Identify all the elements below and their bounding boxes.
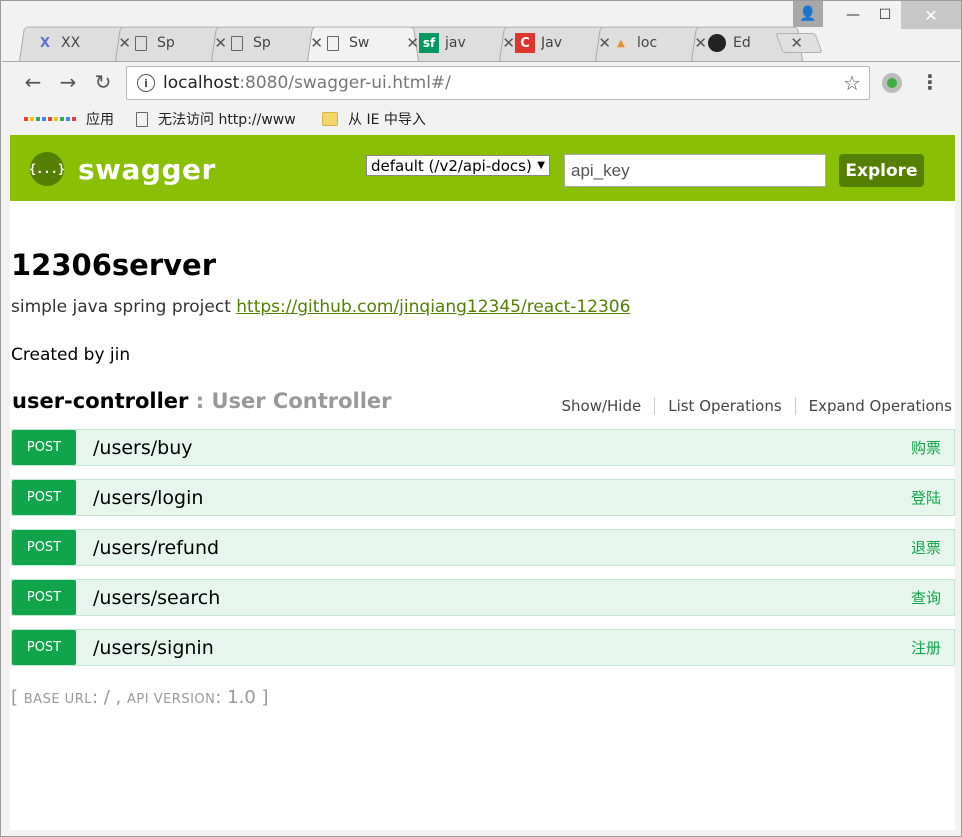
bookmark-apps[interactable]: 应用 (24, 109, 114, 129)
api-contact: Created by jin (11, 345, 131, 365)
operation-path[interactable]: /users/login (93, 487, 203, 509)
operation-path[interactable]: /users/search (93, 587, 220, 609)
list-operations-link[interactable]: List Operations (654, 397, 794, 415)
api-key-input[interactable]: api_key (564, 154, 826, 187)
swagger-logo-text: swagger (78, 152, 216, 186)
close-tab-icon[interactable]: ✕ (406, 34, 419, 52)
resource-header: user-controller : User Controller Show/H… (12, 389, 952, 419)
reload-icon[interactable]: ↻ (91, 70, 115, 94)
operation-summary[interactable]: 购票 (911, 437, 941, 458)
operation-summary[interactable]: 登陆 (911, 487, 941, 508)
method-badge[interactable]: POST (12, 480, 76, 515)
close-tab-icon[interactable]: ✕ (502, 34, 515, 52)
browser-tab[interactable]: ▲ loc ✕ (611, 31, 707, 55)
tab-strip: X XX ✕ Sp ✕ Sp ✕ Sw ✕ sf jav ✕ C Jav ✕ ▲… (19, 23, 839, 61)
swagger-logo-icon: {...} (29, 152, 65, 186)
operation-path[interactable]: /users/signin (93, 637, 214, 659)
operation-row[interactable]: POST /users/signin 注册 (11, 629, 955, 666)
project-link[interactable]: https://github.com/jinqiang12345/react-1… (236, 297, 630, 317)
browser-tab[interactable]: sf jav ✕ (419, 31, 515, 55)
browser-tab[interactable]: X XX ✕ (35, 31, 131, 55)
swagger-logo[interactable]: {...} swagger (29, 152, 216, 186)
x-icon: X (39, 35, 51, 51)
expand-operations-link[interactable]: Expand Operations (794, 397, 952, 415)
close-tab-icon[interactable]: ✕ (214, 34, 227, 52)
close-window-icon[interactable]: ✕ (901, 1, 961, 29)
close-tab-icon[interactable]: ✕ (310, 34, 323, 52)
method-badge[interactable]: POST (12, 580, 76, 615)
resource-links: Show/Hide List Operations Expand Operati… (548, 397, 952, 415)
operation-row[interactable]: POST /users/refund 退票 (11, 529, 955, 566)
back-icon[interactable]: ← (21, 70, 45, 94)
operation-summary[interactable]: 查询 (911, 587, 941, 608)
pma-icon: ▲ (617, 37, 625, 49)
bookmarks-bar: 应用 无法访问 http://www 从 IE 中导入 (2, 103, 960, 135)
close-tab-icon[interactable]: ✕ (694, 34, 707, 52)
close-tab-icon[interactable]: ✕ (598, 34, 611, 52)
doc-icon (323, 33, 343, 53)
github-icon (707, 33, 727, 53)
browser-window: 👤 — ☐ ✕ X XX ✕ Sp ✕ Sp ✕ Sw ✕ sf jav ✕ C… (0, 0, 962, 837)
operation-path[interactable]: /users/buy (93, 437, 193, 459)
caret-down-icon: ▼ (537, 160, 545, 171)
method-badge[interactable]: POST (12, 530, 76, 565)
method-badge[interactable]: POST (12, 430, 76, 465)
operation-row[interactable]: POST /users/search 查询 (11, 579, 955, 616)
extension-icon[interactable] (882, 73, 902, 93)
browser-tab[interactable]: Sp ✕ (227, 31, 323, 55)
close-tab-icon[interactable]: ✕ (790, 34, 803, 52)
bookmark-item[interactable]: 从 IE 中导入 (322, 109, 426, 129)
api-title: 12306server (11, 248, 216, 282)
explore-button[interactable]: Explore (839, 154, 924, 187)
operation-path[interactable]: /users/refund (93, 537, 219, 559)
spec-select[interactable]: default (/v2/api-docs) ▼ (366, 155, 550, 176)
browser-tab-active[interactable]: Sw ✕ (323, 31, 419, 55)
operation-row[interactable]: POST /users/buy 购票 (11, 429, 955, 466)
doc-icon (227, 33, 247, 53)
browser-tab[interactable]: Ed ✕ (707, 31, 803, 55)
address-bar[interactable]: i localhost:8080/swagger-ui.html#/ ☆ (126, 66, 870, 100)
close-tab-icon[interactable]: ✕ (118, 34, 131, 52)
show-hide-link[interactable]: Show/Hide (548, 397, 654, 415)
operation-row[interactable]: POST /users/login 登陆 (11, 479, 955, 516)
menu-icon[interactable]: ⋮ (920, 70, 940, 96)
folder-icon (322, 112, 338, 126)
forward-icon[interactable]: → (56, 70, 80, 94)
apps-icon (24, 117, 76, 121)
method-badge[interactable]: POST (12, 630, 76, 665)
browser-tab[interactable]: Sp ✕ (131, 31, 227, 55)
sf-icon: sf (419, 33, 439, 53)
api-description: simple java spring project https://githu… (11, 297, 631, 317)
swagger-header: {...} swagger default (/v2/api-docs) ▼ a… (10, 135, 955, 201)
api-footer: [ base url: / , api version: 1.0 ] (11, 687, 269, 708)
maximize-icon[interactable]: ☐ (869, 1, 901, 29)
doc-icon (131, 33, 151, 53)
bookmark-item[interactable]: 无法访问 http://www (136, 109, 300, 129)
bookmark-star-icon[interactable]: ☆ (843, 71, 861, 95)
info-icon[interactable]: i (137, 74, 155, 92)
browser-tab[interactable]: C Jav ✕ (515, 31, 611, 55)
doc-icon (136, 111, 148, 127)
browser-toolbar: ← → ↻ i localhost:8080/swagger-ui.html#/… (2, 61, 960, 103)
resource-name[interactable]: user-controller : User Controller (12, 389, 392, 413)
operation-summary[interactable]: 注册 (911, 637, 941, 658)
minimize-icon[interactable]: — (837, 1, 869, 29)
page-viewport: {...} swagger default (/v2/api-docs) ▼ a… (10, 135, 955, 830)
operation-summary[interactable]: 退票 (911, 537, 941, 558)
c-icon: C (515, 33, 535, 53)
